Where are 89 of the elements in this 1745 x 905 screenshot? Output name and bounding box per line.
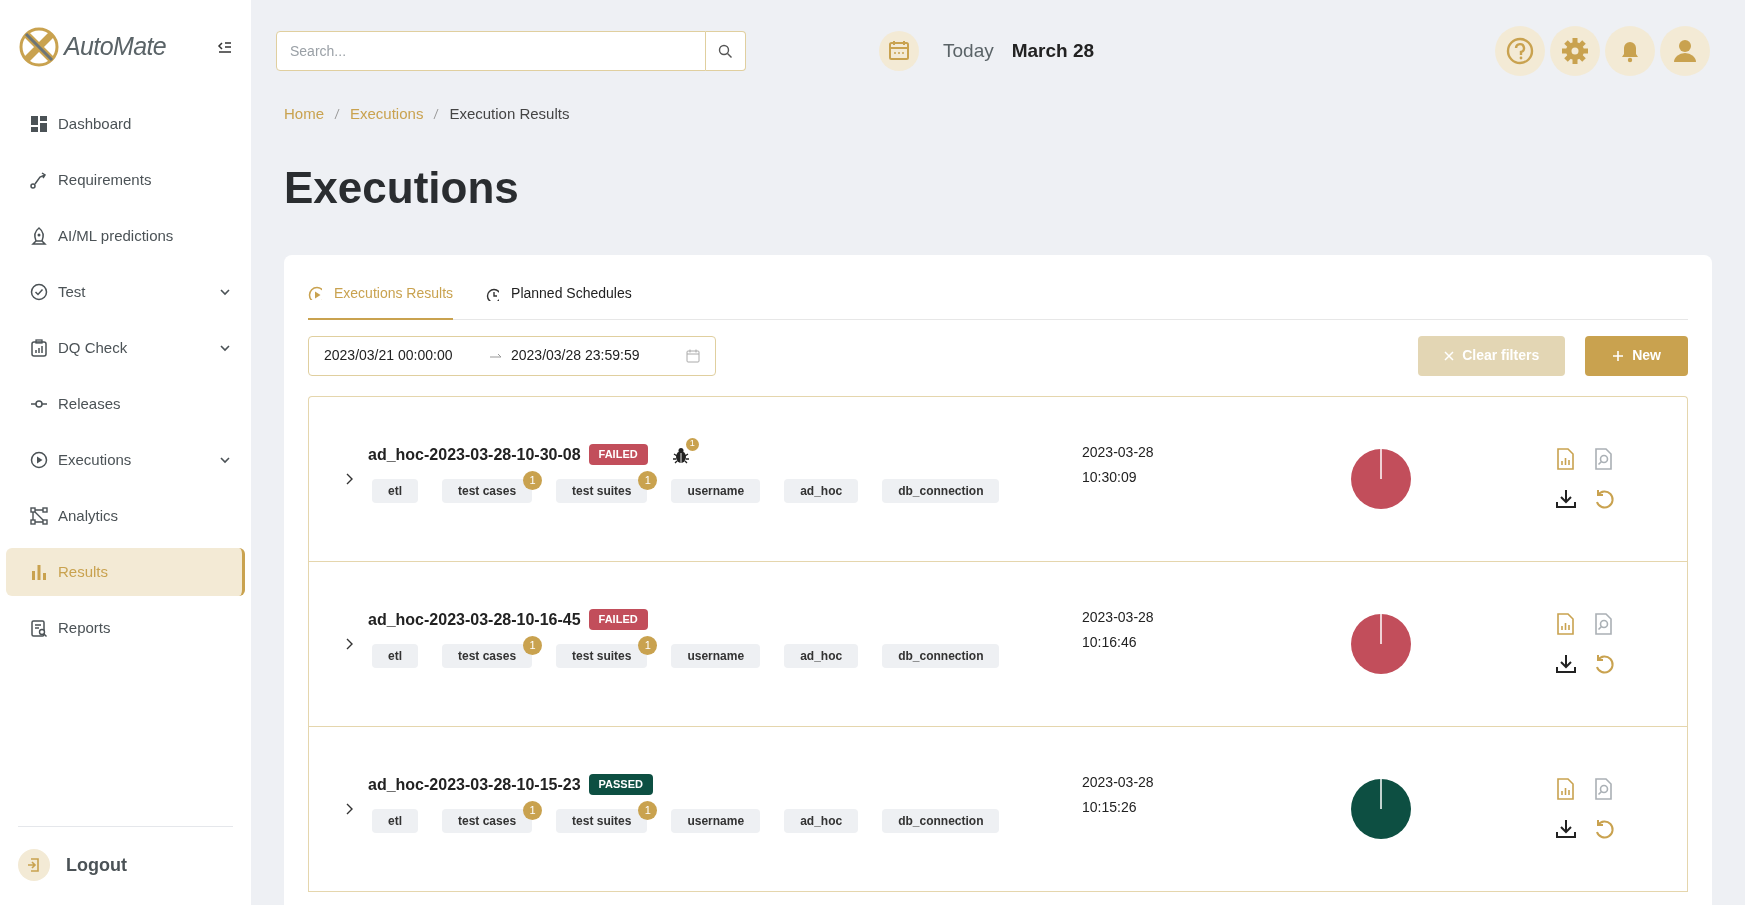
sidebar-item[interactable]: Requirements <box>6 156 245 204</box>
chevron-down-icon[interactable] <box>219 455 231 465</box>
breadcrumb-separator-icon <box>334 108 340 121</box>
clock-icon <box>485 286 500 301</box>
status-badge: FAILED <box>588 609 648 630</box>
end-date[interactable]: 2023/03/28 23:59:59 <box>511 345 640 366</box>
chevron-down-icon[interactable] <box>219 343 231 353</box>
tag: username <box>671 643 761 668</box>
play-circle-icon <box>30 451 48 469</box>
close-icon <box>1444 350 1455 361</box>
sidebar-item[interactable]: Analytics <box>6 492 245 540</box>
page-title: Executions <box>284 165 520 210</box>
current-date: March 28 <box>1011 38 1095 63</box>
breadcrumb-separator-icon <box>433 108 440 121</box>
execution-time: 10:15:26 <box>1082 797 1138 817</box>
tag: etl <box>372 643 418 668</box>
sidebar-item[interactable]: Executions <box>6 436 245 484</box>
logout-link[interactable]: Logout <box>66 851 127 879</box>
search-icon[interactable] <box>718 43 733 59</box>
sidebar-item[interactable]: Reports <box>6 604 245 652</box>
status-badge: PASSED <box>588 774 653 795</box>
breadcrumb-current: Execution Results <box>449 104 570 124</box>
rerun-icon[interactable] <box>1593 817 1615 840</box>
download-icon[interactable] <box>1555 652 1577 675</box>
tag: username <box>671 808 761 833</box>
tag: db_connection <box>882 643 1000 668</box>
execution-name[interactable]: ad_hoc-2023-03-28-10-16-45 <box>368 607 581 632</box>
search-field[interactable]: Search... <box>276 31 706 71</box>
execution-date: 2023-03-28 <box>1082 607 1155 627</box>
execution-time: 10:30:09 <box>1082 467 1138 487</box>
logo-icon <box>18 26 60 68</box>
rerun-icon[interactable] <box>1593 487 1615 510</box>
plus-icon <box>1612 349 1625 362</box>
clipboard-chart-icon <box>30 339 48 357</box>
today-label: Today <box>943 38 994 63</box>
tag: db_connection <box>882 808 1000 833</box>
document-search-icon[interactable] <box>1593 447 1614 470</box>
tag: etl <box>372 478 418 503</box>
sidebar-item[interactable]: DQ Check <box>6 324 245 372</box>
dashboard-icon <box>30 115 48 133</box>
date-range-field[interactable]: 2023/03/21 00:00:00 2023/03/28 23:59:59 <box>308 335 716 376</box>
status-badge: FAILED <box>588 444 648 465</box>
document-search-icon[interactable] <box>1593 612 1614 635</box>
sidebar-item[interactable]: Test <box>6 268 245 316</box>
count-badge: 1 <box>685 437 699 451</box>
sidebar-item[interactable]: AI/ML predictions <box>6 212 245 260</box>
tag: db_connection <box>882 478 1000 503</box>
tag: ad_hoc <box>784 643 859 668</box>
rocket-icon <box>30 227 48 245</box>
execution-time: 10:16:46 <box>1082 632 1138 652</box>
download-icon[interactable] <box>1555 817 1577 840</box>
chevron-down-icon[interactable] <box>219 287 231 297</box>
execution-name[interactable]: ad_hoc-2023-03-28-10-15-23 <box>368 772 581 797</box>
tag: username <box>671 478 761 503</box>
report-search-icon <box>30 619 48 637</box>
execution-date: 2023-03-28 <box>1082 772 1155 792</box>
check-circle-icon <box>30 283 48 301</box>
logout-icon[interactable] <box>18 849 50 881</box>
arrow-right-icon <box>489 351 503 360</box>
report-chart-icon[interactable] <box>1555 447 1576 470</box>
bar-chart-icon <box>30 563 48 581</box>
sidebar-item[interactable]: Dashboard <box>6 100 245 148</box>
calendar-icon[interactable] <box>879 31 919 71</box>
expand-chevron-icon[interactable] <box>345 471 354 486</box>
calendar-icon[interactable] <box>686 348 700 363</box>
tag: etl <box>372 808 418 833</box>
expand-chevron-icon[interactable] <box>345 636 354 651</box>
execution-name[interactable]: ad_hoc-2023-03-28-10-30-08 <box>368 442 581 467</box>
tab[interactable]: Planned Schedules <box>485 282 632 319</box>
start-date[interactable]: 2023/03/21 00:00:00 <box>324 345 489 366</box>
tag: ad_hoc <box>784 478 859 503</box>
settings-icon[interactable] <box>1550 26 1600 76</box>
report-chart-icon[interactable] <box>1555 612 1576 635</box>
notification-bell-icon[interactable] <box>1605 26 1655 76</box>
bug-icon[interactable] <box>671 445 690 464</box>
user-avatar-icon[interactable] <box>1660 26 1710 76</box>
expand-chevron-icon[interactable] <box>345 801 354 816</box>
brand-name: AutoMate <box>64 31 166 63</box>
collapse-menu-icon[interactable] <box>217 40 233 54</box>
execution-date: 2023-03-28 <box>1082 442 1155 462</box>
tag: ad_hoc <box>784 808 859 833</box>
route-icon <box>30 171 48 189</box>
sidebar-item[interactable]: Releases <box>6 380 245 428</box>
report-chart-icon[interactable] <box>1555 777 1576 800</box>
document-search-icon[interactable] <box>1593 777 1614 800</box>
rerun-icon[interactable] <box>1593 652 1615 675</box>
help-icon[interactable] <box>1495 26 1545 76</box>
network-icon <box>30 507 48 525</box>
download-icon[interactable] <box>1555 487 1577 510</box>
